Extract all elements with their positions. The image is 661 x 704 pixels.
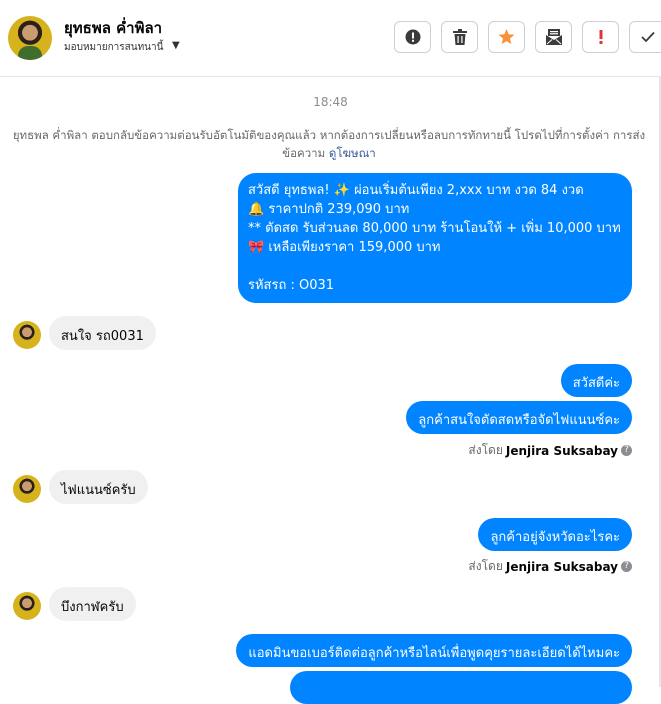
conversation-header: ยุทธพล ค่ำพิลา มอบหมายการสนทนานี้ ▼ (0, 0, 661, 77)
exclamation-icon (599, 30, 602, 44)
outgoing-message[interactable]: ลูกค้าอยู่จังหวัดอะไรคะ (478, 518, 632, 551)
outgoing-message[interactable]: ลูกค้าสนใจตัดสดหรือจัดไฟแนนซ์คะ (406, 401, 632, 434)
envelope-icon (545, 29, 562, 45)
sender-name: Jenjira Suksabay (505, 443, 618, 458)
contact-avatar-small[interactable] (13, 321, 41, 349)
help-icon[interactable]: ? (621, 445, 632, 456)
trash-icon (452, 29, 467, 45)
check-icon (640, 31, 655, 43)
incoming-message[interactable]: สนใจ รถ0031 (49, 316, 156, 350)
star-button[interactable] (488, 21, 525, 53)
info-button[interactable] (394, 21, 431, 53)
outgoing-message[interactable]: แอดมินขอเบอร์ติดต่อลูกค้าหรือไลน์เพื่อพู… (236, 634, 632, 667)
sent-by-prefix: ส่งโดย (468, 559, 503, 573)
mark-unread-button[interactable] (535, 21, 572, 53)
message-line: ** ตัดสด รับส่วนลด 80,000 บาท ร้านโอนให้… (248, 221, 621, 236)
sent-by-prefix: ส่งโดย (468, 443, 503, 457)
spam-button[interactable] (582, 21, 619, 53)
auto-reply-notice: ยุทธพล ค่ำพิลา ตอบกลับข้อความต่อนรับอัตโ… (8, 126, 650, 162)
message-line: รหัสรถ : O031 (248, 278, 335, 293)
outgoing-message-partial[interactable] (290, 671, 632, 704)
message-line: 🔔 ราคาปกติ 239,090 บาท (248, 202, 410, 217)
conversation-actions (394, 21, 661, 53)
incoming-message[interactable]: บึงกาฬครับ (49, 587, 136, 621)
contact-avatar-small[interactable] (13, 592, 41, 620)
help-icon[interactable]: ? (621, 561, 632, 572)
done-button[interactable] (629, 21, 661, 53)
outgoing-message[interactable]: สวัสดีค่ะ (560, 364, 632, 397)
sent-by-label: ส่งโดย Jenjira Suksabay ? (468, 557, 632, 576)
contact-avatar[interactable] (8, 16, 52, 60)
message-line: 🎀 เหลือเพียงราคา 159,000 บาท (248, 240, 441, 255)
alert-circle-icon (405, 29, 420, 45)
incoming-message[interactable]: ไฟแนนซ์ครับ (49, 470, 148, 504)
assign-conversation-label[interactable]: มอบหมายการสนทนานี้ (64, 40, 163, 55)
star-icon (498, 29, 515, 45)
contact-avatar-small[interactable] (13, 475, 41, 503)
message-timestamp: 18:48 (313, 95, 348, 109)
sent-by-label: ส่งโดย Jenjira Suksabay ? (468, 441, 632, 460)
view-ad-link[interactable]: ดูโฆษณา (329, 146, 376, 160)
contact-name[interactable]: ยุทธพล ค่ำพิลา (64, 16, 162, 40)
message-line: สวัสดี ยุทธพล! ✨ ผ่อนเริ่มต้นเพียง 2,xxx… (248, 183, 584, 198)
message-line (248, 257, 622, 276)
outgoing-message[interactable]: สวัสดี ยุทธพล! ✨ ผ่อนเริ่มต้นเพียง 2,xxx… (238, 173, 632, 303)
delete-button[interactable] (441, 21, 478, 53)
caret-down-icon[interactable]: ▼ (172, 40, 180, 51)
sender-name: Jenjira Suksabay (505, 559, 618, 574)
